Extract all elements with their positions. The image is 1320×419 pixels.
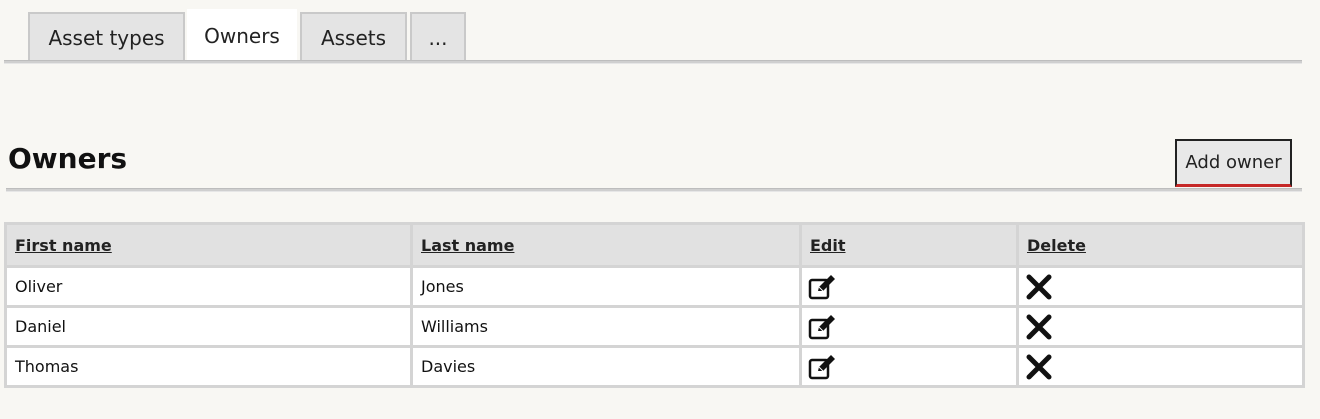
delete-cell [1016, 265, 1305, 308]
tab-bar: Asset types Owners Assets ... [0, 0, 1320, 66]
edit-icon[interactable] [808, 314, 836, 340]
delete-icon[interactable] [1025, 314, 1053, 340]
tab-divider [4, 60, 1302, 64]
delete-icon[interactable] [1025, 354, 1053, 380]
tab-assets[interactable]: Assets [300, 12, 407, 61]
table-row: Daniel Williams [4, 305, 1305, 348]
owners-table: First name Last name Edit Delete Oliver … [4, 222, 1305, 388]
table-row: Thomas Davies [4, 345, 1305, 388]
table-header-row: First name Last name Edit Delete [4, 222, 1305, 268]
delete-cell [1016, 305, 1305, 348]
tab-asset-types[interactable]: Asset types [28, 12, 185, 61]
column-header-first-name[interactable]: First name [4, 222, 413, 268]
delete-icon[interactable] [1025, 274, 1053, 300]
column-header-last-name[interactable]: Last name [410, 222, 802, 268]
column-header-delete[interactable]: Delete [1016, 222, 1305, 268]
tab-more[interactable]: ... [410, 12, 466, 61]
first-name-cell: Oliver [4, 265, 413, 308]
last-name-cell: Jones [410, 265, 802, 308]
add-owner-button[interactable]: Add owner [1175, 139, 1292, 187]
edit-cell [799, 305, 1019, 348]
first-name-cell: Thomas [4, 345, 413, 388]
edit-cell [799, 265, 1019, 308]
edit-cell [799, 345, 1019, 388]
column-header-edit[interactable]: Edit [799, 222, 1019, 268]
edit-icon[interactable] [808, 274, 836, 300]
tab-owners[interactable]: Owners [187, 9, 297, 61]
last-name-cell: Davies [410, 345, 802, 388]
last-name-cell: Williams [410, 305, 802, 348]
delete-cell [1016, 345, 1305, 388]
edit-icon[interactable] [808, 354, 836, 380]
page-title: Owners [8, 142, 128, 175]
first-name-cell: Daniel [4, 305, 413, 348]
header-divider [6, 188, 1302, 192]
table-row: Oliver Jones [4, 265, 1305, 308]
